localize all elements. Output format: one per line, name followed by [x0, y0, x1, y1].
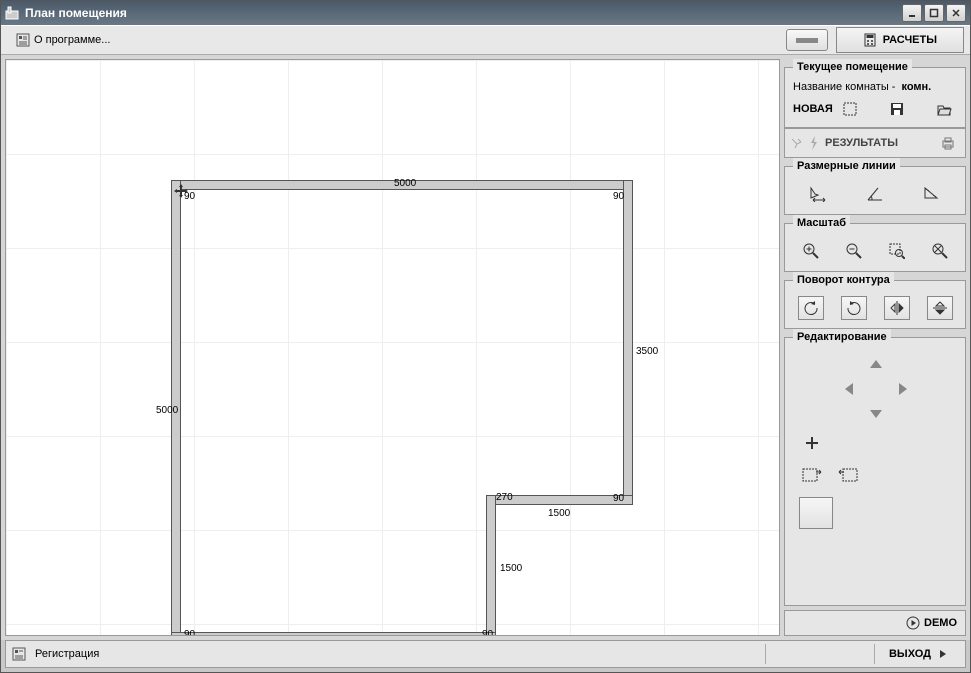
register-button[interactable]: Регистрация — [30, 645, 104, 663]
dim-select-button[interactable] — [805, 182, 831, 206]
scale-title: Масштаб — [793, 215, 850, 231]
app-window: План помещения О программе... — [0, 0, 971, 673]
dim-right-upper: 3500 — [636, 346, 658, 357]
play-icon — [906, 616, 920, 630]
panel-dimensions: Размерные линии — [784, 158, 966, 215]
exit-icon — [935, 647, 949, 661]
about-button[interactable]: О программе... — [7, 29, 119, 51]
angle-tl: 90 — [184, 191, 195, 202]
mirror-v-button[interactable] — [927, 296, 953, 320]
rotate-cw-button[interactable] — [841, 296, 867, 320]
plan-canvas[interactable]: 5000 5000 3500 1500 1500 3500 90 90 90 2… — [5, 59, 780, 636]
sidebar: Текущее помещение Название комнаты - ком… — [784, 59, 966, 636]
lightning-icon — [809, 136, 819, 150]
join-wall-button[interactable] — [835, 463, 861, 487]
zoom-fit-button[interactable] — [927, 239, 953, 263]
new-room-button[interactable] — [837, 97, 863, 121]
new-room-label: НОВАЯ — [793, 103, 833, 115]
dim-angle-button[interactable] — [862, 182, 888, 206]
mirror-h-button[interactable] — [884, 296, 910, 320]
panel-current-room-title: Текущее помещение — [793, 59, 912, 75]
calculator-icon — [863, 33, 877, 47]
maximize-button[interactable] — [924, 4, 944, 22]
results-label: РЕЗУЛЬТАТЫ — [825, 137, 898, 149]
close-button[interactable] — [946, 4, 966, 22]
nudge-down-button[interactable] — [863, 401, 889, 425]
top-toolbar: О программе... РАСЧЕТЫ — [1, 25, 970, 55]
nudge-left-button[interactable] — [837, 377, 863, 401]
nudge-right-button[interactable] — [889, 377, 915, 401]
dim-diag-button[interactable] — [919, 182, 945, 206]
dim-notch-v: 1500 — [500, 563, 522, 574]
print-button[interactable] — [935, 131, 961, 155]
zoom-window-button[interactable] — [884, 239, 910, 263]
grid — [6, 60, 779, 635]
pin-icon — [789, 136, 803, 150]
angle-notch-r: 90 — [613, 493, 624, 504]
rotate-title: Поворот контура — [793, 272, 894, 288]
minimize-button[interactable] — [902, 4, 922, 22]
calculate-label: РАСЧЕТЫ — [883, 34, 937, 46]
room-name-value: комн. — [901, 81, 931, 93]
add-node-button[interactable] — [799, 431, 825, 455]
break-wall-button[interactable] — [799, 463, 825, 487]
edit-title: Редактирование — [793, 329, 891, 345]
angle-notch-b: 90 — [482, 629, 493, 636]
wall-bottom[interactable] — [171, 632, 496, 636]
exit-label: ВЫХОД — [889, 648, 931, 660]
nudge-dpad — [789, 349, 961, 427]
register-label: Регистрация — [35, 648, 99, 660]
save-button[interactable] — [884, 97, 910, 121]
about-label: О программе... — [34, 34, 110, 46]
demo-label[interactable]: DEMO — [924, 617, 957, 629]
hatch-button[interactable] — [799, 497, 833, 529]
angle-bl: 90 — [184, 629, 195, 636]
mode-toggle[interactable] — [786, 29, 828, 51]
demo-bar: DEMO — [784, 610, 966, 636]
titlebar: План помещения — [1, 1, 970, 25]
panel-scale: Масштаб — [784, 215, 966, 272]
angle-notch: 270 — [496, 492, 513, 503]
wall-notch-vert[interactable] — [486, 495, 496, 636]
results-bar: РЕЗУЛЬТАТЫ — [784, 128, 966, 158]
dim-notch-h: 1500 — [548, 508, 570, 519]
window-title: План помещения — [25, 6, 127, 20]
app-icon — [5, 6, 19, 20]
zoom-out-button[interactable] — [841, 239, 867, 263]
nudge-up-button[interactable] — [863, 353, 889, 377]
wall-right-upper[interactable] — [623, 180, 633, 505]
exit-button[interactable]: ВЫХОД — [879, 643, 959, 665]
angle-tr: 90 — [613, 191, 624, 202]
panel-current-room: Текущее помещение Название комнаты - ком… — [784, 59, 966, 128]
dim-left: 5000 — [156, 405, 178, 416]
calculate-button[interactable]: РАСЧЕТЫ — [836, 27, 964, 53]
dim-top: 5000 — [394, 178, 416, 189]
zoom-in-button[interactable] — [798, 239, 824, 263]
statusbar: Регистрация ВЫХОД — [5, 640, 966, 668]
dimensions-title: Размерные линии — [793, 158, 900, 174]
panel-rotate: Поворот контура — [784, 272, 966, 329]
settings-icon — [16, 33, 30, 47]
panel-edit: Редактирование — [784, 329, 966, 606]
room-name-label: Название комнаты - — [793, 81, 895, 93]
register-icon — [12, 647, 26, 661]
rotate-ccw-button[interactable] — [798, 296, 824, 320]
open-button[interactable] — [931, 97, 957, 121]
